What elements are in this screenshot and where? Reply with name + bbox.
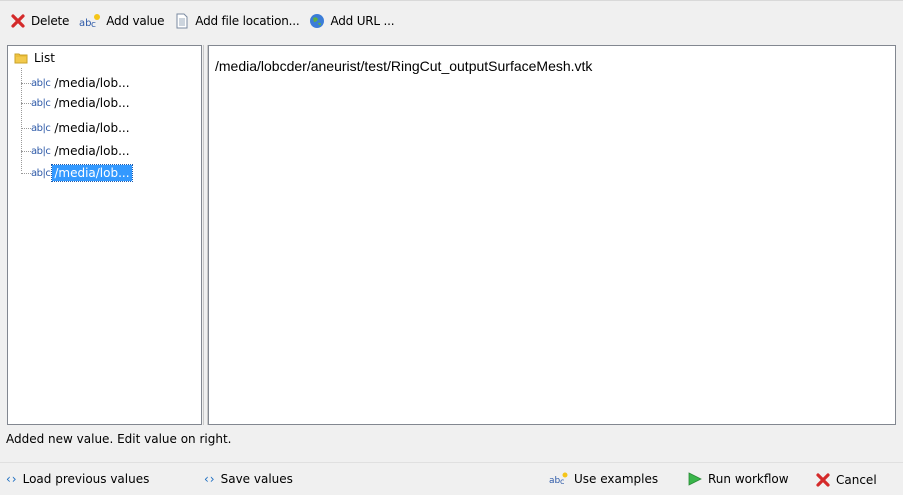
delete-x-icon [11, 13, 25, 28]
cancel-x-icon [816, 473, 830, 487]
tree-root-label: List [34, 51, 55, 65]
string-value-icon: ab|c [31, 97, 51, 109]
folder-icon [14, 53, 28, 64]
string-value-icon: ab|c [31, 122, 51, 134]
tree-root[interactable]: List [14, 51, 55, 65]
play-icon [688, 472, 702, 486]
load-previous-values-button[interactable]: ‹› Load previous values [6, 472, 149, 486]
value-list-tree[interactable]: List ab|c /media/lob... ab|c /media/lob.… [7, 45, 202, 425]
tree-item[interactable]: ab|c /media/lob... [21, 93, 132, 113]
delete-button[interactable]: Delete [10, 13, 69, 29]
tree-item[interactable]: ab|c /media/lob... [21, 73, 132, 93]
add-value-label: Add value [106, 13, 165, 28]
add-value-icon: ab c [79, 13, 101, 29]
save-values-button[interactable]: ‹› Save values [204, 472, 293, 486]
value-editor[interactable]: /media/lobcder/aneurist/test/RingCut_out… [208, 45, 896, 425]
delete-label: Delete [31, 13, 70, 28]
add-file-location-button[interactable]: Add file location... [174, 13, 300, 29]
use-examples-icon: ab c [549, 472, 568, 486]
arrows-icon: ‹› [204, 472, 216, 486]
save-values-label: Save values [220, 472, 293, 486]
bottom-bar: ‹› Load previous values ‹› Save values a… [0, 462, 903, 495]
svg-text:c: c [560, 477, 564, 486]
toolbar: Delete ab c Add value Add file location.… [0, 0, 903, 40]
status-message: Added new value. Edit value on right. [6, 432, 232, 446]
run-workflow-label: Run workflow [708, 472, 789, 486]
cancel-button[interactable]: Cancel [815, 472, 877, 488]
tree-item[interactable]: ab|c /media/lob... [21, 118, 132, 138]
tree-item[interactable]: ab|c /media/lob... [21, 141, 132, 161]
globe-icon [310, 13, 325, 28]
cancel-label: Cancel [836, 473, 877, 487]
value-editor-text[interactable]: /media/lobcder/aneurist/test/RingCut_out… [215, 58, 592, 74]
arrows-icon: ‹› [6, 472, 18, 486]
load-previous-values-label: Load previous values [22, 472, 150, 486]
add-value-button[interactable]: ab c Add value [79, 13, 164, 29]
add-file-location-label: Add file location... [195, 13, 300, 28]
svg-text:ab: ab [79, 18, 91, 29]
add-url-label: Add URL ... [330, 13, 395, 28]
string-value-icon: ab|c [31, 145, 51, 157]
string-value-icon: ab|c [31, 167, 51, 179]
tree-item-label: /media/lob... [54, 96, 130, 110]
string-value-icon: ab|c [31, 77, 51, 89]
svg-text:ab: ab [549, 476, 561, 486]
tree-item-label: /media/lob... [54, 76, 130, 90]
run-workflow-button[interactable]: Run workflow [687, 472, 789, 486]
tree-item-label: /media/lob... [51, 164, 133, 182]
svg-text:c: c [91, 20, 96, 29]
use-examples-label: Use examples [574, 472, 659, 486]
use-examples-button[interactable]: ab c Use examples [549, 472, 658, 486]
file-icon [176, 13, 188, 28]
tree-item-label: /media/lob... [54, 121, 130, 135]
tree-item-selected[interactable]: ab|c /media/lob... [21, 163, 133, 183]
add-url-button[interactable]: Add URL ... [309, 13, 395, 29]
tree-item-label: /media/lob... [54, 144, 130, 158]
